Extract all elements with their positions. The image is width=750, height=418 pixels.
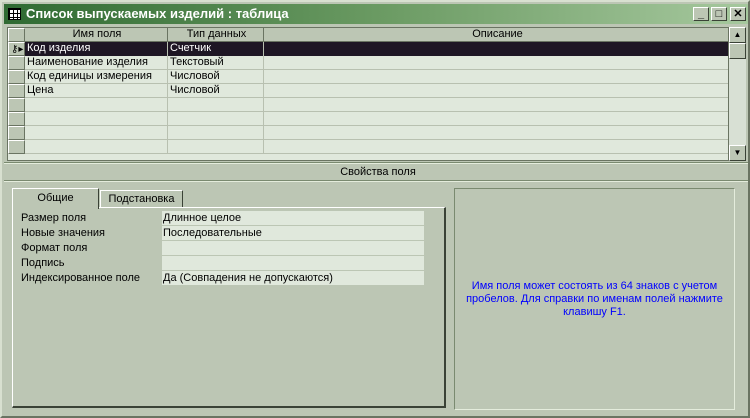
- table-row[interactable]: [8, 98, 728, 112]
- grid-header: Имя поля Тип данных Описание: [8, 28, 728, 42]
- tab-general[interactable]: Общие: [12, 188, 99, 209]
- primary-key-icon: ⚷▸: [11, 44, 24, 55]
- property-value-input[interactable]: Последовательные: [162, 226, 424, 240]
- data-type-cell[interactable]: Текстовый: [168, 56, 264, 70]
- data-type-cell[interactable]: Счетчик: [168, 42, 264, 56]
- property-value-input[interactable]: Да (Совпадения не допускаются): [162, 271, 424, 285]
- column-header-description[interactable]: Описание: [264, 28, 728, 42]
- description-cell[interactable]: [264, 84, 728, 98]
- property-label: Формат поля: [21, 242, 88, 254]
- data-type-cell[interactable]: [168, 140, 264, 154]
- row-selector[interactable]: [8, 56, 25, 70]
- table-row[interactable]: [8, 140, 728, 154]
- column-header-name[interactable]: Имя поля: [25, 28, 168, 42]
- property-label: Новые значения: [21, 227, 106, 239]
- property-label: Подпись: [21, 257, 65, 269]
- data-type-cell[interactable]: [168, 98, 264, 112]
- general-properties-panel: Размер поля Длинное целое Новые значения По…: [12, 207, 446, 408]
- row-selector[interactable]: [8, 98, 25, 112]
- table-row[interactable]: [8, 112, 728, 126]
- maximize-button[interactable]: □: [711, 7, 727, 21]
- scroll-up-arrow-icon[interactable]: ▲: [729, 27, 746, 43]
- field-name-cell[interactable]: Код единицы измерения: [25, 70, 168, 84]
- table-design-window: Список выпускаемых изделий : таблица _ □…: [0, 0, 750, 418]
- field-name-cell[interactable]: [25, 112, 168, 126]
- close-button[interactable]: ✕: [730, 7, 746, 21]
- description-cell[interactable]: [264, 70, 728, 84]
- description-cell[interactable]: [264, 140, 728, 154]
- data-type-cell[interactable]: [168, 126, 264, 140]
- column-header-type[interactable]: Тип данных: [168, 28, 264, 42]
- data-type-cell[interactable]: Числовой: [168, 70, 264, 84]
- scroll-thumb[interactable]: [729, 43, 746, 59]
- divider: [4, 180, 748, 182]
- property-value-input[interactable]: [162, 256, 424, 270]
- description-cell[interactable]: [264, 42, 728, 56]
- data-type-cell[interactable]: [168, 112, 264, 126]
- select-all-corner[interactable]: [8, 28, 25, 42]
- data-type-cell[interactable]: Числовой: [168, 84, 264, 98]
- minimize-button[interactable]: _: [693, 7, 709, 21]
- window-title: Список выпускаемых изделий : таблица: [26, 6, 289, 21]
- table-row[interactable]: Код единицы измерения Числовой: [8, 70, 728, 84]
- divider: [4, 162, 748, 164]
- field-grid: Имя поля Тип данных Описание ⚷▸ Код изде…: [7, 27, 729, 161]
- field-name-cell[interactable]: Цена: [25, 84, 168, 98]
- row-selector[interactable]: [8, 126, 25, 140]
- grid-vertical-scrollbar[interactable]: ▲ ▼: [729, 27, 746, 161]
- table-icon: [8, 8, 21, 20]
- title-bar[interactable]: Список выпускаемых изделий : таблица: [4, 4, 748, 24]
- description-cell[interactable]: [264, 112, 728, 126]
- field-name-cell[interactable]: [25, 98, 168, 112]
- field-name-cell[interactable]: Код изделия: [25, 42, 168, 56]
- table-row[interactable]: Наименование изделия Текстовый: [8, 56, 728, 70]
- row-selector[interactable]: [8, 70, 25, 84]
- tab-lookup[interactable]: Подстановка: [100, 190, 183, 208]
- table-row[interactable]: ⚷▸ Код изделия Счетчик: [8, 42, 728, 56]
- description-cell[interactable]: [264, 126, 728, 140]
- row-selector[interactable]: ⚷▸: [8, 42, 25, 56]
- field-name-cell[interactable]: Наименование изделия: [25, 56, 168, 70]
- property-label: Индексированное поле: [21, 272, 140, 284]
- table-row[interactable]: Цена Числовой: [8, 84, 728, 98]
- row-selector[interactable]: [8, 140, 25, 154]
- field-name-cell[interactable]: [25, 140, 168, 154]
- property-value-input[interactable]: Длинное целое: [162, 211, 424, 225]
- description-cell[interactable]: [264, 98, 728, 112]
- field-properties-title: Свойства поля: [340, 166, 416, 178]
- property-value-input[interactable]: [162, 241, 424, 255]
- row-selector[interactable]: [8, 84, 25, 98]
- description-cell[interactable]: [264, 56, 728, 70]
- table-row[interactable]: [8, 126, 728, 140]
- field-name-cell[interactable]: [25, 126, 168, 140]
- help-panel: Имя поля может состоять из 64 знаков с у…: [454, 188, 735, 410]
- property-label: Размер поля: [21, 212, 87, 224]
- scroll-down-arrow-icon[interactable]: ▼: [729, 145, 746, 161]
- help-text: Имя поля может состоять из 64 знаков с у…: [466, 279, 723, 318]
- row-selector[interactable]: [8, 112, 25, 126]
